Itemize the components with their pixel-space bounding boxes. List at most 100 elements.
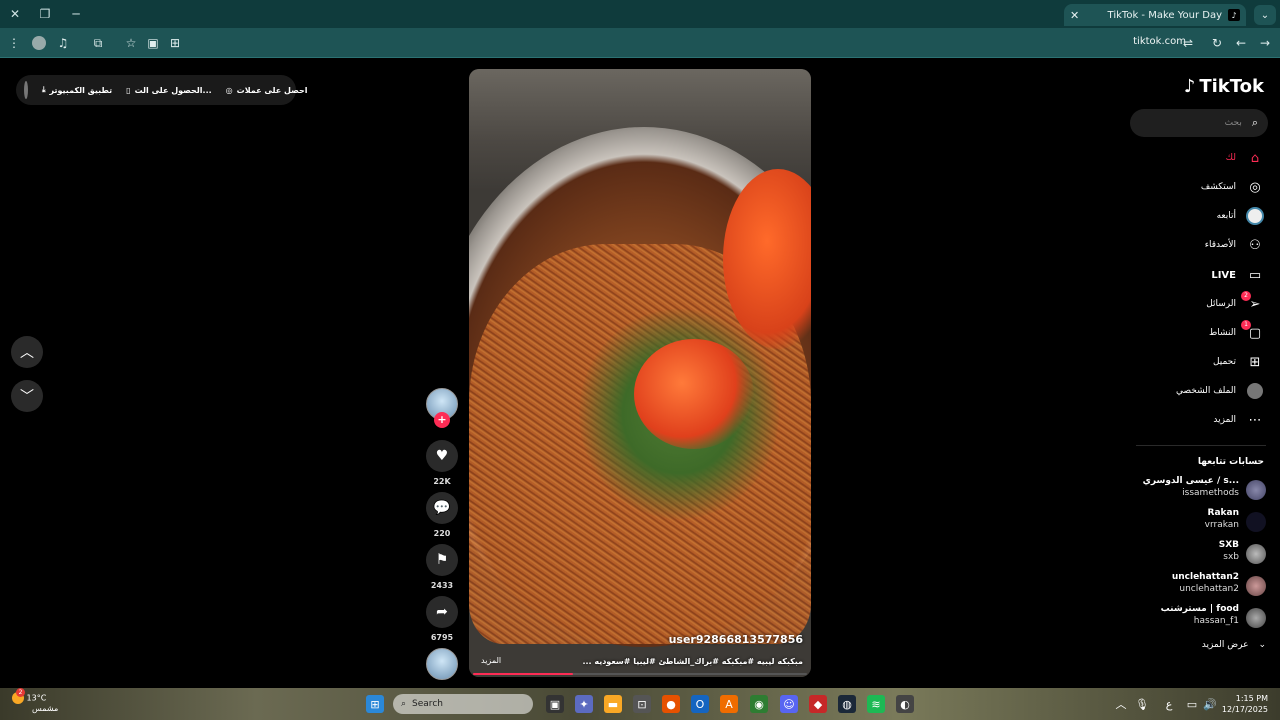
outlook-icon[interactable]: O (691, 695, 709, 713)
upload-icon: ⊞ (1249, 354, 1261, 370)
followed-account[interactable]: مسترشنب | food hassan_f1 (1136, 604, 1266, 630)
weather-condition: مشمس (32, 704, 59, 713)
media-control-icon[interactable]: ♫ (54, 34, 72, 52)
steam-icon[interactable]: ◍ (838, 695, 856, 713)
store-icon[interactable]: ⊡ (633, 695, 651, 713)
get-app-button[interactable]: ▯ الحصول على الت... (126, 86, 212, 95)
browser-toolbar: ⋮ ♫ ⧉ ☆ ▣ ⊞ tiktok.com ⇌ ↻ ← → (0, 28, 1280, 58)
sidebar-item-activity[interactable]: ▢ 1 النشاط (1209, 320, 1264, 345)
followed-account[interactable]: Rakan vrrakan (1136, 508, 1266, 534)
task-view-icon[interactable]: ▣ (546, 695, 564, 713)
followed-account[interactable]: SXB sxb (1136, 540, 1266, 566)
video-player[interactable]: user92866813577856 مبكبكه ليبيه #مبكبكه … (469, 69, 811, 677)
discord-icon[interactable]: ☺ (780, 695, 798, 713)
desktop-app-button[interactable]: ⤓ تطبيق الكمبيوتر (42, 85, 112, 95)
window-restore-icon[interactable]: ❐ (35, 4, 55, 24)
language-icon[interactable]: ع (1160, 695, 1178, 713)
like-button[interactable]: ♥ (426, 440, 458, 472)
app-red-icon[interactable]: ◆ (809, 695, 827, 713)
microphone-icon[interactable]: 🎙 (1133, 695, 1151, 713)
comment-button[interactable]: 💬 (426, 492, 458, 524)
messages-badge: 2 (1241, 291, 1251, 301)
firefox-icon[interactable]: ● (662, 695, 680, 713)
following-icon (1246, 207, 1264, 225)
tab-close-icon[interactable]: ✕ (1070, 9, 1079, 22)
caption-more-link[interactable]: المزيد (481, 656, 501, 665)
see-more-accounts-button[interactable]: ⌄ عرض المزيد (1146, 640, 1266, 650)
next-video-button[interactable]: ﹀ (11, 380, 43, 412)
following-accounts-title: حسابات تتابعها (1197, 457, 1264, 467)
sidebar-item-foryou[interactable]: ⌂ لك (1226, 146, 1264, 170)
extensions-icon[interactable]: ⧉ (89, 34, 107, 52)
taskbar-clock[interactable]: 1:15 PM 12/17/2025 (1222, 693, 1268, 715)
phone-icon: ▯ (126, 85, 131, 95)
sidebar-item-upload[interactable]: ⊞ تحميل (1213, 350, 1264, 374)
get-coins-button[interactable]: ◎ احصل على عملات (226, 86, 308, 95)
share-button[interactable]: ➦ (426, 596, 458, 628)
bookmark-star-icon[interactable]: ☆ (122, 34, 140, 52)
account-avatar (1246, 608, 1266, 628)
video-progress-bar[interactable] (473, 673, 807, 675)
reload-icon[interactable]: ↻ (1208, 34, 1226, 52)
taskbar-search[interactable]: ⌕ Search (393, 694, 533, 714)
file-explorer-icon[interactable]: ▬ (604, 695, 622, 713)
network-icon[interactable]: ▭ (1183, 695, 1201, 713)
tab-title: TikTok - Make Your Day (1107, 9, 1222, 21)
video-caption: مبكبكه ليبيه #مبكبكه #براك_الشاطئ #ليبيا… (582, 657, 803, 666)
app-a-icon[interactable]: A (720, 695, 738, 713)
weather-widget[interactable]: 2 13°C مشمس (12, 688, 59, 714)
sidebar-item-messages[interactable]: ➢ 2 الرسائل (1206, 291, 1264, 316)
translate-icon[interactable]: ⊞ (166, 34, 184, 52)
profile-icon[interactable] (30, 34, 48, 52)
search-icon[interactable]: ⌕ (1252, 116, 1258, 130)
follow-plus-icon[interactable]: + (434, 412, 450, 428)
screenshot-icon[interactable]: ▣ (144, 34, 162, 52)
followed-account[interactable]: عيسى الدوسري / s... issamethods (1136, 476, 1266, 502)
browser-menu-icon[interactable]: ⋮ (5, 34, 23, 52)
sidebar-item-friends[interactable]: ⚇ الأصدقاء (1205, 233, 1264, 257)
sidebar-item-live[interactable]: ▭ LIVE (1211, 263, 1264, 287)
download-icon: ⤓ (42, 85, 46, 94)
sidebar-item-profile[interactable]: الملف الشخصي (1176, 379, 1264, 403)
back-arrow-icon[interactable]: ← (1232, 34, 1250, 52)
top-action-bar: ⤓ تطبيق الكمبيوتر ▯ الحصول على الت... ◎ … (16, 75, 308, 105)
video-progress-fill (473, 673, 574, 675)
forward-arrow-icon[interactable]: → (1256, 34, 1274, 52)
clock-date: 12/17/2025 (1221, 705, 1268, 714)
windows-start-icon[interactable]: ⊞ (366, 695, 384, 713)
browser-tab-tiktok[interactable]: ♪ TikTok - Make Your Day ✕ (1064, 4, 1246, 26)
save-button[interactable]: ⚑ (426, 544, 458, 576)
user-avatar[interactable] (24, 81, 28, 99)
tab-search-menu-icon[interactable]: ⌄ (1254, 5, 1276, 25)
copilot-icon[interactable]: ✦ (575, 695, 593, 713)
tiktok-logo[interactable]: ♪ TikTok (1184, 76, 1264, 97)
followed-account[interactable]: unclehattan2 unclehattan2 (1136, 572, 1266, 598)
app-gray-icon[interactable]: ◐ (896, 695, 914, 713)
account-avatar (1246, 480, 1266, 500)
tray-chevron-icon[interactable]: ︿ (1112, 695, 1130, 713)
sidebar-item-explore[interactable]: ◎ استكشف (1201, 175, 1264, 199)
sound-avatar[interactable] (426, 648, 458, 680)
chrome-icon[interactable]: ◉ (750, 695, 768, 713)
search-input[interactable]: بحث ⌕ (1130, 109, 1268, 137)
weather-temperature: 13°C (26, 693, 47, 703)
activity-icon: ▢ 1 (1241, 320, 1264, 342)
window-minimize-icon[interactable]: ─ (66, 4, 86, 24)
window-close-icon[interactable]: ✕ (5, 4, 25, 24)
spotify-icon[interactable]: ≋ (867, 695, 885, 713)
share-count: 6795 (430, 633, 454, 642)
video-roe-image (634, 339, 754, 449)
like-count: 22K (433, 477, 451, 486)
account-avatar (1246, 512, 1266, 532)
home-icon: ⌂ (1250, 150, 1260, 166)
share-arrow-icon: ➦ (436, 604, 448, 620)
windows-taskbar: 2 13°C مشمس ⊞ ⌕ Search ▣ ✦ ▬ ⊡ ● O A ◉ ☺… (0, 688, 1280, 720)
compass-icon: ◎ (1249, 179, 1261, 195)
video-author[interactable]: user92866813577856 (669, 633, 803, 646)
previous-video-button[interactable]: ︿ (11, 336, 43, 368)
live-icon: ▭ (1248, 267, 1262, 283)
site-settings-icon[interactable]: ⇌ (1179, 34, 1197, 52)
volume-icon[interactable]: 🔊 (1201, 695, 1219, 713)
sidebar-item-following[interactable]: أتابعه (1217, 204, 1264, 228)
sidebar-item-more[interactable]: ⋯ المزيد (1213, 408, 1264, 432)
